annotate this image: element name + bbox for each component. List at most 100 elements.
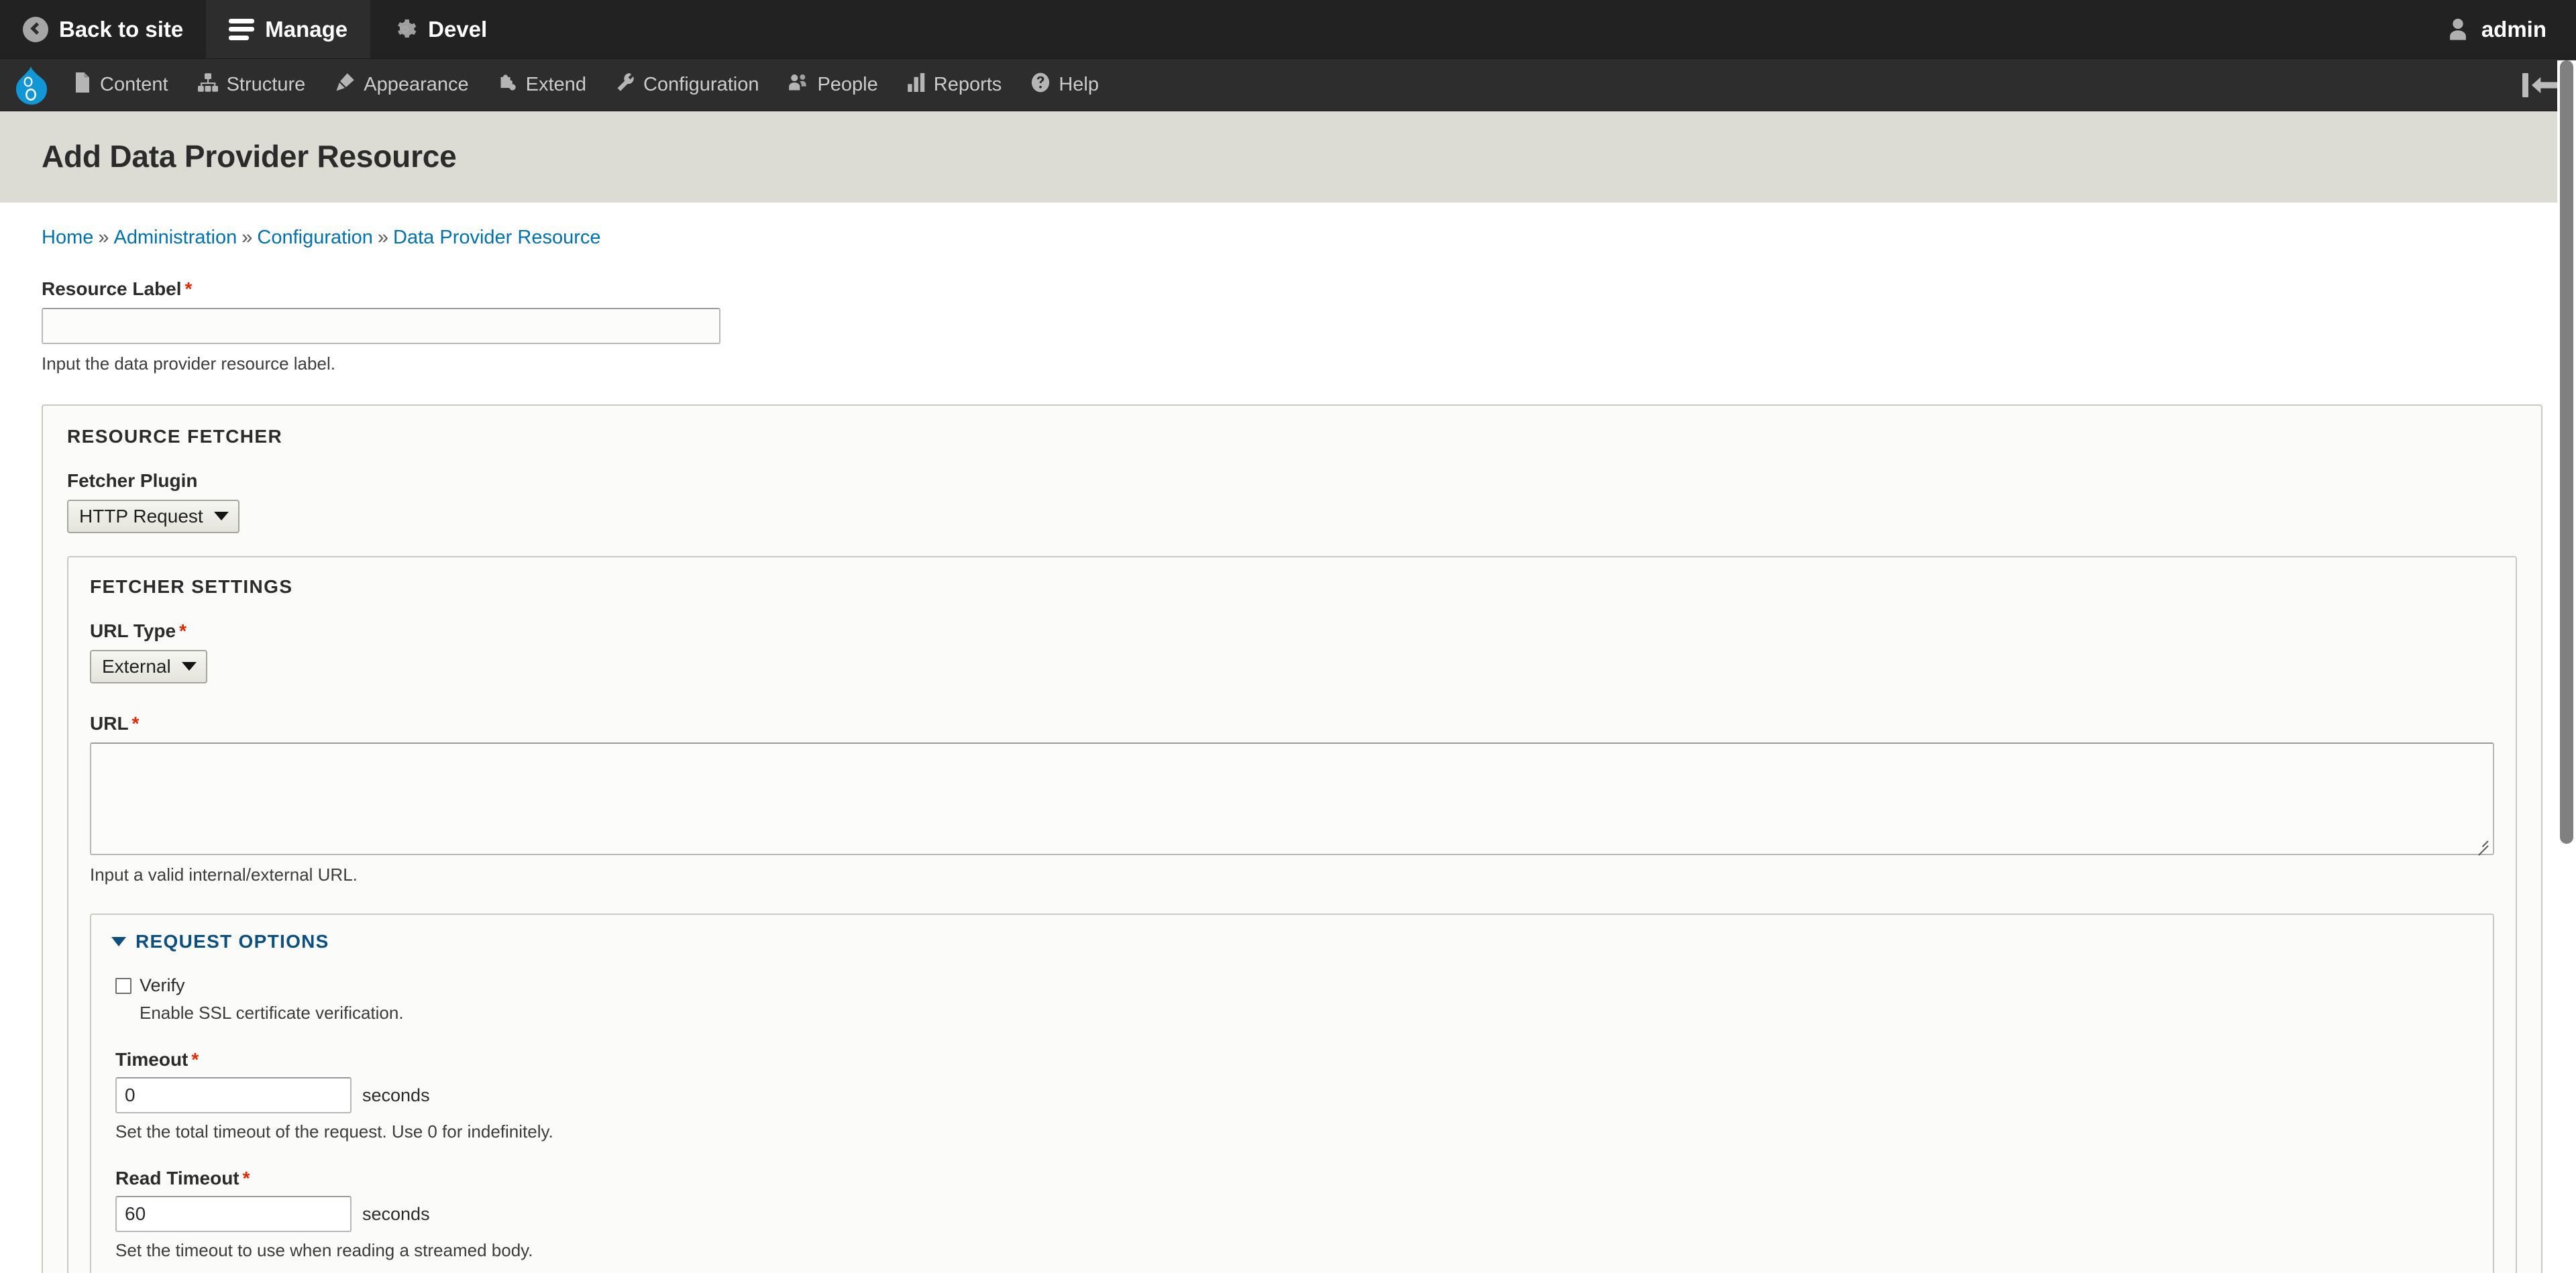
url-type-select[interactable]: External — [90, 649, 207, 683]
breadcrumb-link-configuration[interactable]: Configuration — [257, 227, 373, 248]
menu-label-extend: Extend — [525, 74, 586, 95]
menu-item-configuration[interactable]: Configuration — [601, 59, 774, 111]
read-timeout-label: Read Timeout * — [115, 1168, 2473, 1189]
required-marker: * — [242, 1168, 250, 1188]
menu-item-help[interactable]: Help — [1016, 59, 1114, 111]
read-timeout-label-text: Read Timeout — [115, 1168, 239, 1188]
resource-fetcher-fieldset: Resource Fetcher Fetcher Plugin HTTP Req… — [42, 404, 2542, 1273]
back-to-site-button[interactable]: Back to site — [0, 0, 207, 58]
verify-checkbox-row: Verify — [115, 975, 2473, 996]
page-title: Add Data Provider Resource — [42, 139, 457, 174]
manage-label: Manage — [265, 16, 348, 42]
chevron-down-icon — [213, 512, 229, 520]
url-label-text: URL — [90, 712, 129, 734]
request-options-summary[interactable]: Request Options — [111, 931, 2473, 952]
verify-description: Enable SSL certificate verification. — [140, 1003, 404, 1023]
url-textarea[interactable] — [90, 742, 2494, 855]
resource-label-text: Resource Label — [42, 278, 182, 299]
required-marker: * — [184, 278, 193, 299]
page-scrollbar-track[interactable] — [2557, 60, 2576, 1273]
page-icon — [74, 72, 91, 98]
devel-tab[interactable]: Devel — [370, 0, 511, 58]
wrench-icon — [616, 72, 635, 98]
menu-item-people[interactable]: People — [773, 59, 892, 111]
menu-item-structure[interactable]: Structure — [183, 59, 321, 111]
url-type-label: URL Type * — [90, 620, 2494, 642]
url-description: Input a valid internal/external URL. — [90, 864, 358, 885]
bar-chart-icon — [907, 72, 925, 97]
admin-menu-bar: Content Structure Appearance Extend Conf… — [0, 59, 2576, 111]
required-marker: * — [191, 1049, 199, 1070]
request-options-title: Request Options — [136, 931, 329, 952]
breadcrumb-separator: » — [98, 227, 109, 248]
menu-label-people: People — [817, 74, 878, 95]
toolbar-orientation-icon — [2522, 72, 2559, 97]
chevron-down-icon — [111, 937, 126, 946]
request-options-body: Verify Enable SSL certificate verificati… — [111, 975, 2473, 1273]
page-scrollbar-thumb[interactable] — [2560, 60, 2573, 844]
url-type-label-text: URL Type — [90, 620, 176, 641]
menu-label-configuration: Configuration — [643, 74, 759, 95]
user-menu-button[interactable]: admin — [2432, 0, 2576, 58]
required-marker: * — [131, 712, 140, 734]
required-marker: * — [179, 620, 186, 641]
chevron-down-icon — [181, 662, 197, 671]
menu-item-reports[interactable]: Reports — [893, 59, 1017, 111]
user-name-label: admin — [2481, 16, 2546, 42]
menu-item-content[interactable]: Content — [59, 59, 183, 111]
timeout-description: Set the total timeout of the request. Us… — [115, 1121, 553, 1142]
verify-checkbox[interactable] — [115, 977, 131, 994]
url-type-value: External — [102, 655, 171, 677]
resource-label-label: Resource Label * — [42, 278, 2542, 300]
menu-label-appearance: Appearance — [364, 74, 469, 95]
menu-label-content: Content — [100, 74, 168, 95]
breadcrumb-separator: » — [377, 227, 389, 248]
read-timeout-unit: seconds — [362, 1203, 430, 1224]
breadcrumb-link-home[interactable]: Home — [42, 227, 93, 248]
menu-item-appearance[interactable]: Appearance — [320, 59, 483, 111]
fetcher-plugin-select[interactable]: HTTP Request — [67, 499, 239, 533]
fetcher-plugin-label: Fetcher Plugin — [67, 470, 2517, 492]
drupal-logo-icon[interactable] — [15, 65, 48, 105]
menu-label-structure: Structure — [226, 74, 306, 95]
menu-label-reports: Reports — [933, 74, 1002, 95]
page-title-banner: Add Data Provider Resource — [0, 111, 2576, 203]
question-circle-icon — [1031, 72, 1050, 98]
breadcrumb-separator: » — [241, 227, 253, 248]
menu-label-help: Help — [1059, 74, 1099, 95]
fetcher-plugin-value: HTTP Request — [79, 505, 203, 527]
read-timeout-input[interactable] — [115, 1196, 352, 1232]
back-arrow-icon — [23, 16, 48, 42]
main-content: Home» Administration» Configuration» Data P… — [0, 203, 2576, 1273]
resource-label-description: Input the data provider resource label. — [42, 353, 335, 374]
manage-tab[interactable]: Manage — [206, 0, 371, 58]
request-options-details: Request Options Verify Enable SSL certif… — [90, 914, 2494, 1273]
people-icon — [788, 72, 808, 98]
paintbrush-icon — [335, 72, 355, 98]
breadcrumb-link-data-provider-resource[interactable]: Data Provider Resource — [393, 227, 600, 248]
read-timeout-row: seconds — [115, 1196, 2473, 1232]
gear-icon — [393, 17, 417, 42]
devel-label: Devel — [428, 16, 488, 42]
timeout-row: seconds — [115, 1077, 2473, 1113]
fetcher-settings-legend: Fetcher Settings — [90, 575, 293, 597]
read-timeout-description: Set the timeout to use when reading a st… — [115, 1240, 533, 1260]
hamburger-icon — [229, 18, 255, 40]
admin-toolbar: Back to site Manage Devel admin — [0, 0, 2576, 59]
add-data-provider-resource-form: Resource Label * Input the data provider … — [0, 278, 2576, 1273]
breadcrumb-link-administration[interactable]: Administration — [114, 227, 237, 248]
breadcrumb: Home» Administration» Configuration» Data P… — [0, 203, 2576, 249]
url-textarea-wrapper — [90, 742, 2494, 856]
fetcher-settings-fieldset: Fetcher Settings URL Type * External URL *… — [67, 555, 2517, 1273]
url-label: URL * — [90, 713, 2494, 734]
puzzle-icon — [498, 73, 517, 97]
menu-item-extend[interactable]: Extend — [484, 59, 601, 111]
timeout-unit: seconds — [362, 1085, 430, 1105]
back-to-site-label: Back to site — [59, 16, 184, 42]
user-avatar-icon — [2447, 17, 2469, 42]
resource-label-input[interactable] — [42, 308, 720, 344]
timeout-label-text: Timeout — [115, 1049, 189, 1070]
verify-label[interactable]: Verify — [140, 975, 185, 996]
timeout-label: Timeout * — [115, 1049, 2473, 1070]
timeout-input[interactable] — [115, 1077, 352, 1113]
